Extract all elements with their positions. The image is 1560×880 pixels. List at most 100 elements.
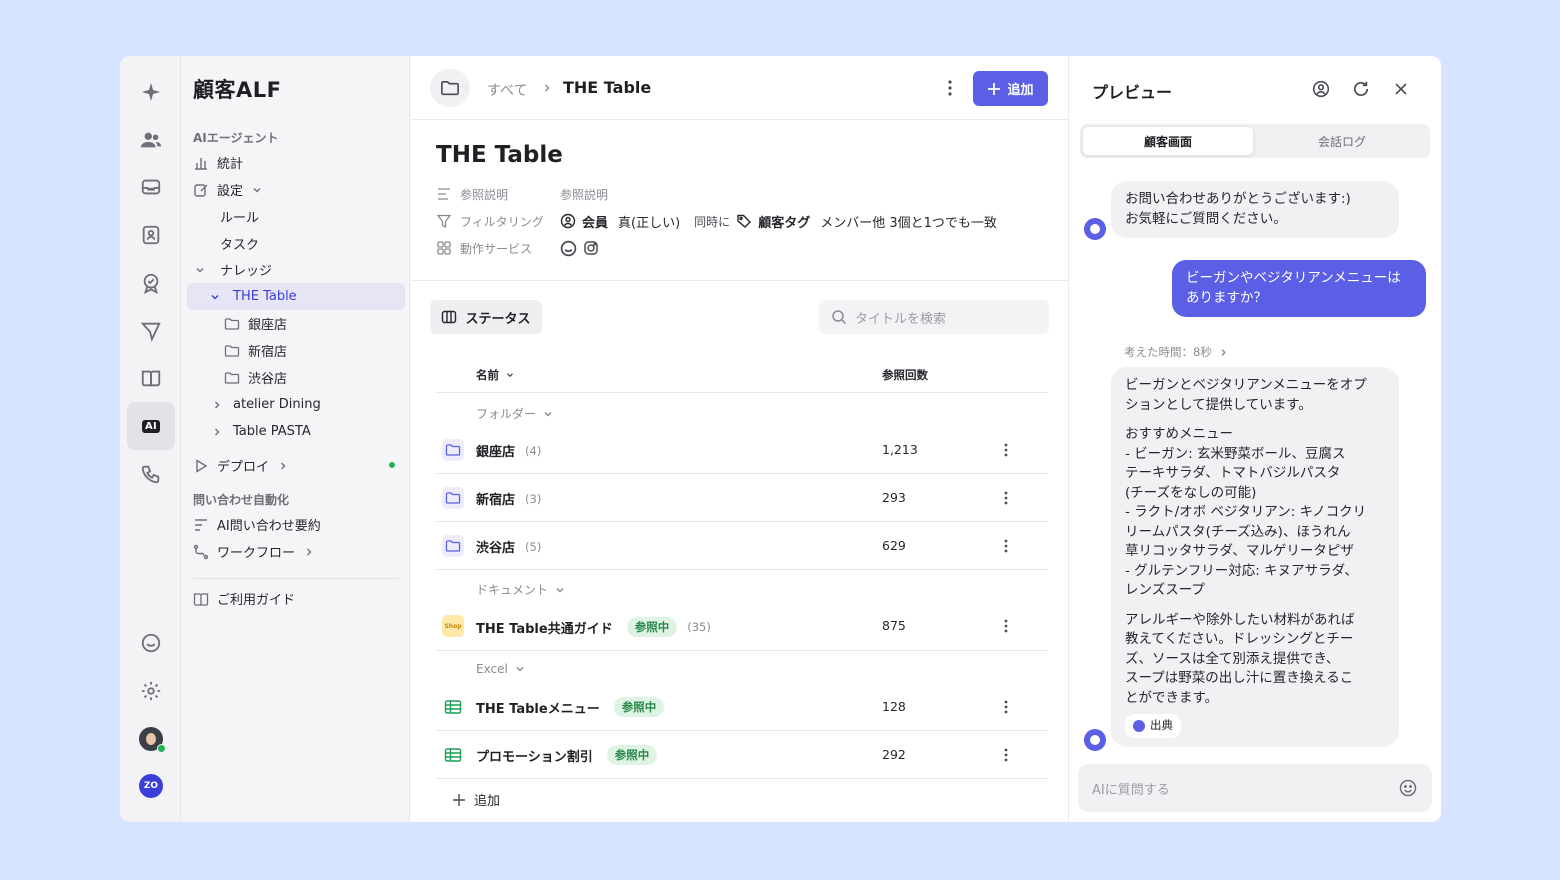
emoji-icon xyxy=(1399,779,1417,797)
contact-card-icon[interactable] xyxy=(127,211,175,259)
chevron-down-icon xyxy=(253,187,261,192)
folder-button[interactable] xyxy=(430,69,470,107)
row-more-icon[interactable] xyxy=(996,697,1016,717)
user-circle-icon[interactable] xyxy=(1311,79,1331,99)
sparkle-icon[interactable] xyxy=(127,68,175,116)
status-badge: 参照中 xyxy=(613,697,665,717)
table-row-count: 629 xyxy=(882,538,906,553)
chevron-right-icon xyxy=(545,84,550,92)
breadcrumb-all[interactable]: すべて xyxy=(487,80,527,100)
section-divider xyxy=(410,280,1068,281)
table-divider xyxy=(435,392,1048,393)
sidebar-item-shinjuku[interactable]: 新宿店 xyxy=(187,337,405,364)
table-row-name[interactable]: THE Tableメニュー 参照中 xyxy=(476,697,665,717)
search-icon xyxy=(832,310,847,325)
tag-icon xyxy=(737,214,752,228)
sidebar-item-pasta[interactable]: Table PASTA xyxy=(187,418,405,445)
app-window: AI ZO 顧客ALF AIエージェント 統計 設定 ルール タスク ナレッジ … xyxy=(120,56,1441,822)
sidebar-item-knowledge[interactable]: ナレッジ xyxy=(187,256,405,283)
table-row-name[interactable]: 銀座店 (4) xyxy=(476,441,541,461)
settings-gear-icon[interactable] xyxy=(127,667,175,715)
sidebar-item-tasks[interactable]: タスク xyxy=(187,230,405,257)
table-row-name[interactable]: 渋谷店 (5) xyxy=(476,537,541,557)
row-divider xyxy=(435,473,1048,474)
sidebar-item-guide[interactable]: ご利用ガイド xyxy=(187,585,405,612)
group-excel[interactable]: Excel xyxy=(476,662,526,676)
close-icon[interactable] xyxy=(1391,79,1411,99)
section-ai-agent: AIエージェント xyxy=(193,131,279,145)
folder-icon xyxy=(442,439,464,461)
chat-input[interactable]: AIに質問する xyxy=(1078,764,1432,812)
sidebar-item-rules[interactable]: ルール xyxy=(187,203,405,230)
table-row-name[interactable]: プロモーション割引 参照中 xyxy=(476,745,658,765)
plus-icon xyxy=(988,82,1001,95)
row-more-icon[interactable] xyxy=(996,745,1016,765)
bot-avatar xyxy=(1084,729,1106,751)
preview-tabs: 顧客画面 会話ログ xyxy=(1080,124,1430,158)
channel-icon[interactable] xyxy=(127,619,175,667)
filter-value[interactable]: 会員 真(正しい) 同時に 顧客タグ メンバー他 3個と1つでも一致 xyxy=(560,212,997,231)
row-divider xyxy=(435,569,1048,570)
instagram-icon xyxy=(584,241,598,255)
add-button[interactable]: 追加 xyxy=(973,71,1048,106)
folder-icon xyxy=(442,535,464,557)
add-row-button[interactable]: 追加 xyxy=(452,790,500,809)
sidebar-item-stats[interactable]: 統計 xyxy=(187,149,405,176)
bot-message-greeting: お問い合わせありがとうございます:) お気軽にご質問ください。 xyxy=(1111,181,1399,238)
row-divider xyxy=(435,778,1048,779)
more-menu-icon[interactable] xyxy=(940,78,960,98)
refresh-icon[interactable] xyxy=(1351,79,1371,99)
bot-avatar xyxy=(1084,218,1106,240)
play-icon xyxy=(196,458,208,473)
online-indicator xyxy=(157,744,166,753)
row-more-icon[interactable] xyxy=(996,536,1016,556)
sidebar-divider xyxy=(193,578,399,579)
column-header-name[interactable]: 名前 xyxy=(476,367,515,383)
chevron-down-icon xyxy=(211,294,219,299)
sidebar-item-deploy[interactable]: デプロイ xyxy=(187,452,405,479)
table-row-name[interactable]: 新宿店 (3) xyxy=(476,489,541,509)
group-document[interactable]: ドキュメント xyxy=(476,581,566,598)
sidebar-item-atelier[interactable]: atelier Dining xyxy=(187,391,405,418)
table-row-count: 292 xyxy=(882,747,906,762)
sidebar-item-ai-summary[interactable]: AI問い合わせ要約 xyxy=(187,511,405,538)
tab-conversation-log[interactable]: 会話ログ xyxy=(1256,126,1428,156)
group-folder[interactable]: フォルダー xyxy=(476,405,554,422)
badge-check-icon[interactable] xyxy=(127,259,175,307)
search-input[interactable]: タイトルを検索 xyxy=(819,300,1049,334)
column-header-count[interactable]: 参照回数 xyxy=(882,367,928,383)
reference-description-value[interactable]: 参照説明 xyxy=(560,186,608,203)
source-chip[interactable]: 出典 xyxy=(1125,714,1181,738)
thinking-time[interactable]: 考えた時間：8秒 xyxy=(1124,344,1229,360)
sidebar-item-settings[interactable]: 設定 xyxy=(187,176,405,203)
row-more-icon[interactable] xyxy=(996,440,1016,460)
meta-row-filter: フィルタリング 会員 真(正しい) 同時に 顧客タグ メンバー他 3個と1つでも… xyxy=(436,211,997,231)
book-icon[interactable] xyxy=(127,354,175,402)
page-title: THE Table xyxy=(436,142,563,168)
send-icon[interactable] xyxy=(127,307,175,355)
main-panel: すべて THE Table 追加 THE Table 参照説明 参照説明 フィル… xyxy=(410,56,1068,822)
bot-message-answer: ビーガンとベジタリアンメニューをオプ ションとして提供しています。 おすすめメニ… xyxy=(1111,367,1399,748)
open-book-icon xyxy=(193,592,209,606)
folder-icon xyxy=(224,317,240,330)
row-more-icon[interactable] xyxy=(996,616,1016,636)
table-row-name[interactable]: THE Table共通ガイド 参照中 (35) xyxy=(476,617,711,637)
sidebar-item-ginza[interactable]: 銀座店 xyxy=(187,310,405,337)
sidebar-item-the-table[interactable]: THE Table xyxy=(187,283,405,310)
status-badge: 参照中 xyxy=(606,745,658,765)
inbox-icon[interactable] xyxy=(127,163,175,211)
sidebar-item-workflow[interactable]: ワークフロー xyxy=(187,538,405,565)
status-badge: 参照中 xyxy=(626,617,678,637)
workspace-avatar[interactable]: ZO xyxy=(127,762,175,810)
spreadsheet-icon xyxy=(442,744,464,766)
chevron-right-icon xyxy=(215,401,220,408)
row-more-icon[interactable] xyxy=(996,488,1016,508)
phone-icon[interactable] xyxy=(127,450,175,498)
users-icon[interactable] xyxy=(127,116,175,164)
sidebar-item-shibuya[interactable]: 渋谷店 xyxy=(187,364,405,391)
section-inquiry-automation: 問い合わせ自動化 xyxy=(193,493,290,507)
tab-customer-screen[interactable]: 顧客画面 xyxy=(1082,126,1254,156)
user-avatar[interactable] xyxy=(127,715,175,763)
ai-agent-icon[interactable]: AI xyxy=(127,402,175,450)
status-button[interactable]: ステータス xyxy=(430,300,542,334)
